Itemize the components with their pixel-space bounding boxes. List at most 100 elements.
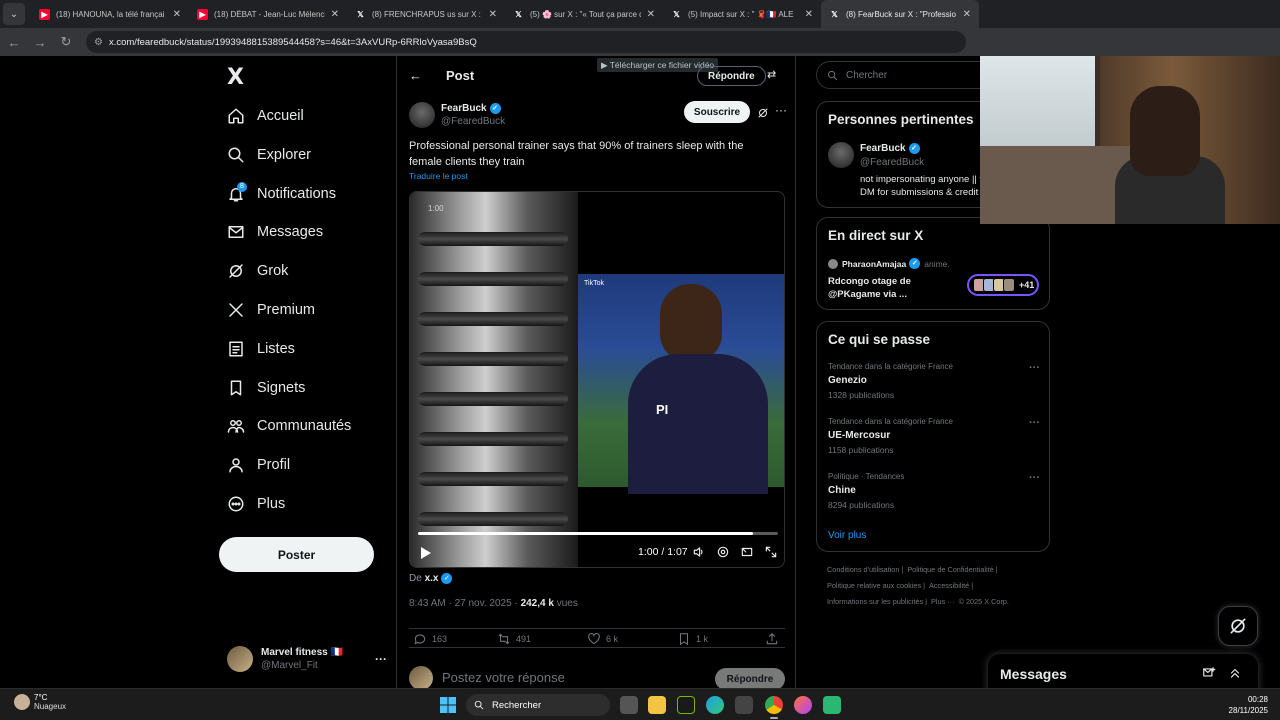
more-icon[interactable]: ··· bbox=[1029, 417, 1040, 429]
footer-link[interactable]: Politique relative aux cookies | bbox=[827, 581, 925, 590]
see-more-link[interactable]: Voir plus bbox=[828, 530, 866, 541]
back-arrow-icon[interactable]: ← bbox=[409, 68, 422, 83]
close-icon[interactable]: ✕ bbox=[647, 9, 655, 20]
account-name: Marvel fitness 🇫🇷 bbox=[261, 647, 343, 658]
account-switcher[interactable]: Marvel fitness 🇫🇷 @Marvel_Fit ··· bbox=[227, 644, 387, 674]
more-icon[interactable]: ··· bbox=[1029, 472, 1040, 484]
like-action[interactable]: 6 k bbox=[587, 632, 618, 646]
back-icon[interactable]: ← bbox=[2, 30, 26, 54]
firefox-icon[interactable] bbox=[794, 696, 812, 714]
live-card[interactable]: En direct sur X PharaonAmajaa ✓ anime. Rdc… bbox=[816, 217, 1050, 310]
nav-item-premium[interactable]: Premium bbox=[227, 295, 315, 325]
app-icon[interactable] bbox=[823, 696, 841, 714]
reply-input[interactable]: Postez votre réponse bbox=[442, 670, 565, 685]
browser-tab[interactable]: ▶ (18) HANOUNA, la télé françai ✕ bbox=[31, 0, 189, 28]
close-icon[interactable]: ✕ bbox=[805, 9, 813, 20]
picture-in-picture-icon[interactable] bbox=[740, 545, 754, 559]
avatar[interactable] bbox=[828, 142, 854, 168]
author-handle[interactable]: @FearedBuck bbox=[441, 116, 505, 127]
nav-item-explorer[interactable]: Explorer bbox=[227, 140, 311, 170]
close-icon[interactable]: ✕ bbox=[173, 9, 181, 20]
grok-icon[interactable] bbox=[757, 107, 769, 119]
browser-tab[interactable]: 𝕏 (8) FRENCHRAPUS us sur X : " 🧣 ✕ bbox=[347, 0, 505, 28]
video-progress-bar[interactable] bbox=[418, 532, 778, 535]
subscribe-button[interactable]: Souscrire bbox=[684, 101, 750, 123]
footer-link[interactable]: Conditions d'utilisation | bbox=[827, 565, 903, 574]
nvidia-icon[interactable] bbox=[677, 696, 695, 714]
nav-item-accueil[interactable]: Accueil bbox=[227, 101, 304, 131]
tab-list-dropdown[interactable]: ⌄ bbox=[3, 3, 25, 25]
settings-gear-icon[interactable] bbox=[716, 545, 730, 559]
nav-item-plus[interactable]: Plus bbox=[227, 489, 285, 519]
windows-start-icon[interactable] bbox=[440, 697, 456, 713]
share-action[interactable] bbox=[765, 632, 784, 646]
post-timestamp[interactable]: 8:43 AM · 27 nov. 2025 · bbox=[409, 598, 521, 609]
more-icon[interactable]: ··· bbox=[775, 103, 787, 117]
trend-item[interactable]: Tendance dans la catégorie France Genezio… bbox=[828, 362, 1040, 400]
settings-sliders-icon[interactable]: ⇄ bbox=[767, 68, 776, 81]
messages-dock[interactable]: Messages bbox=[988, 654, 1258, 688]
repost-action[interactable]: 491 bbox=[497, 632, 531, 646]
close-icon[interactable]: ✕ bbox=[331, 9, 339, 20]
url-field[interactable]: ⚙ x.com/fearedbuck/status/19939488153895… bbox=[86, 31, 966, 53]
reply-button-top[interactable]: Répondre bbox=[697, 66, 766, 86]
post-button[interactable]: Poster bbox=[219, 537, 374, 572]
nav-item-signets[interactable]: Signets bbox=[227, 373, 305, 403]
fullscreen-icon[interactable] bbox=[764, 545, 778, 559]
source-user-link[interactable]: x.x bbox=[425, 573, 439, 584]
chrome-icon[interactable] bbox=[765, 696, 783, 719]
new-message-icon[interactable] bbox=[1202, 666, 1216, 680]
bookmark-action[interactable]: 1 k bbox=[677, 632, 708, 646]
task-view-icon[interactable] bbox=[620, 696, 638, 714]
close-icon[interactable]: ✕ bbox=[963, 9, 971, 20]
relevant-handle[interactable]: @FearedBuck bbox=[860, 157, 924, 168]
footer-link[interactable]: © 2025 X Corp. bbox=[959, 597, 1009, 606]
nav-item-grok[interactable]: Grok bbox=[227, 256, 288, 286]
video-source: De x.x ✓ bbox=[409, 573, 453, 584]
browser-tab[interactable]: 𝕏 (5) Impact sur X : " 🧣🇫🇷 ALE ✕ bbox=[663, 0, 821, 28]
weather-widget[interactable]: 7°C Nuageux bbox=[14, 693, 66, 711]
avatar[interactable] bbox=[409, 102, 435, 128]
footer-link[interactable]: Politique de Confidentialité | bbox=[907, 565, 997, 574]
shirt-logo: PI bbox=[656, 402, 669, 417]
browser-tab[interactable]: ▶ (18) DÉBAT - Jean-Luc Mélench ✕ bbox=[189, 0, 347, 28]
system-clock[interactable]: 00:28 28/11/2025 bbox=[1222, 694, 1268, 716]
expand-up-icon[interactable] bbox=[1228, 666, 1242, 680]
browser-tab[interactable]: 𝕏 (8) FearBuck sur X : "Professio ✕ bbox=[821, 0, 979, 28]
grok-floating-button[interactable] bbox=[1218, 606, 1258, 646]
edge-icon[interactable] bbox=[706, 696, 724, 714]
volume-icon[interactable] bbox=[692, 545, 706, 559]
video-player[interactable]: 1:00 TikTok PI 1:00 / 1:07 bbox=[409, 191, 785, 568]
store-icon[interactable] bbox=[735, 696, 753, 714]
reload-icon[interactable]: ↻ bbox=[54, 30, 78, 54]
post-header: ← Post ▶ Télécharger ce fichier vidéo Ré… bbox=[397, 56, 797, 94]
nav-item-profil[interactable]: Profil bbox=[227, 450, 290, 480]
close-icon[interactable]: ✕ bbox=[489, 9, 497, 20]
trend-item[interactable]: Tendance dans la catégorie France UE-Merc… bbox=[828, 417, 1040, 455]
footer-link[interactable]: Plus ··· bbox=[931, 597, 955, 606]
nav-item-messages[interactable]: Messages bbox=[227, 217, 323, 247]
x-logo-icon[interactable]: X bbox=[227, 65, 244, 90]
nav-label: Listes bbox=[257, 340, 295, 357]
play-icon[interactable] bbox=[420, 546, 432, 560]
nav-item-communautés[interactable]: Communautés bbox=[227, 411, 351, 441]
relevant-name[interactable]: FearBuck ✓ bbox=[860, 143, 920, 154]
forward-icon[interactable]: → bbox=[28, 30, 52, 54]
nav-item-notifications[interactable]: 8 Notifications bbox=[227, 179, 336, 209]
taskbar-search[interactable]: Rechercher bbox=[466, 694, 610, 716]
file-explorer-icon[interactable] bbox=[648, 696, 666, 714]
reply-action[interactable]: 163 bbox=[413, 632, 447, 646]
more-icon[interactable]: ··· bbox=[1029, 362, 1040, 374]
listeners-pill[interactable]: +41 bbox=[967, 274, 1039, 296]
translate-link[interactable]: Traduire le post bbox=[409, 171, 468, 181]
author-name[interactable]: FearBuck ✓ bbox=[441, 103, 501, 114]
site-info-icon[interactable]: ⚙ bbox=[94, 37, 103, 48]
footer-link[interactable]: Informations sur les publicités | bbox=[827, 597, 927, 606]
trend-item[interactable]: Politique · Tendances Chine 8294 publicati… bbox=[828, 472, 1040, 510]
more-icon[interactable]: ··· bbox=[375, 652, 387, 666]
footer-link[interactable]: Accessibilité | bbox=[929, 581, 973, 590]
nav-item-listes[interactable]: Listes bbox=[227, 334, 295, 364]
reply-submit-button[interactable]: Répondre bbox=[715, 668, 785, 688]
browser-tab[interactable]: 𝕏 (5) 🌸 sur X : "« Tout ça parce q ✕ bbox=[505, 0, 663, 28]
nav-label: Notifications bbox=[257, 185, 336, 202]
